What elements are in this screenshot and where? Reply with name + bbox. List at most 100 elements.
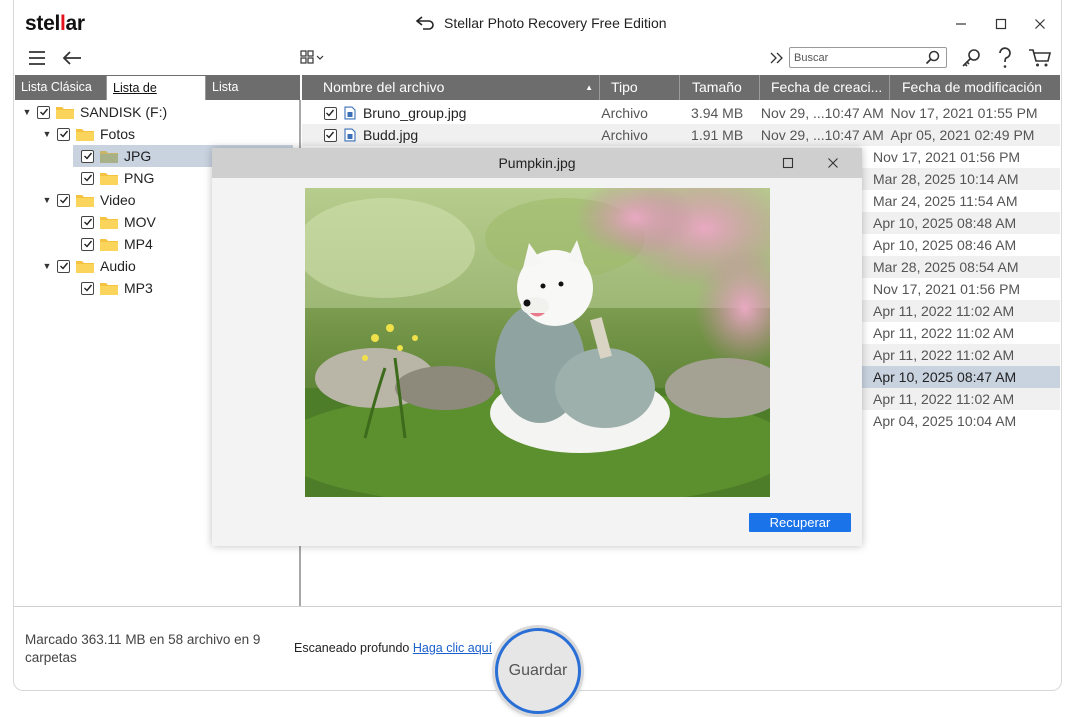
file-modified: Nov 17, 2021 01:56 PM [873, 149, 1021, 165]
checkmark-icon [59, 130, 68, 138]
cart-button[interactable] [1028, 47, 1052, 69]
tab-classic-list[interactable]: Lista Clásica [15, 75, 106, 100]
collapse-arrow-icon[interactable]: ▼ [41, 195, 53, 205]
checkmark-icon [83, 284, 92, 292]
checkbox[interactable] [37, 105, 50, 119]
checkbox[interactable] [81, 237, 94, 251]
checkbox[interactable] [57, 193, 70, 207]
tree-item-video[interactable]: ▼ Video [41, 189, 136, 211]
close-icon [1035, 19, 1045, 29]
checkmark-icon [83, 240, 92, 248]
file-modified: Apr 10, 2025 08:48 AM [873, 215, 1017, 231]
tab-file-list[interactable]: Lista de Archivo [106, 76, 206, 119]
checkbox[interactable] [81, 215, 94, 229]
checkmark-icon [326, 109, 335, 117]
collapse-arrow-icon[interactable]: ▼ [21, 107, 33, 117]
back-button[interactable] [60, 48, 84, 68]
checkbox[interactable] [324, 128, 337, 142]
tree-item-jpg[interactable]: JPG [72, 145, 294, 167]
bottom-divider [14, 606, 1061, 607]
tree-item-png[interactable]: PNG [77, 167, 154, 189]
collapse-arrow-icon[interactable]: ▼ [41, 261, 53, 271]
recover-button[interactable]: Recuperar [749, 513, 851, 532]
file-modified: Nov 17, 2021 01:56 PM [873, 281, 1021, 297]
file-type: Archivo [601, 127, 648, 143]
file-modified: Mar 24, 2025 11:54 AM [873, 193, 1018, 209]
folder-icon [100, 173, 118, 185]
deep-scan-prompt: Escaneado profundo Haga clic aquí [294, 641, 492, 655]
stellar-logo: stellar [25, 12, 85, 35]
file-modified: Apr 10, 2025 08:46 AM [873, 237, 1017, 253]
checkbox[interactable] [81, 171, 94, 185]
preview-title-bar[interactable]: Pumpkin.jpg [212, 148, 862, 178]
checkmark-icon [326, 131, 335, 139]
image-file-icon [344, 106, 356, 120]
menu-button[interactable] [27, 49, 47, 67]
tree-label: Video [100, 192, 136, 208]
file-modified: Nov 17, 2021 01:55 PM [890, 105, 1038, 121]
title-bar: Stellar Photo Recovery Free Edition [414, 14, 667, 32]
folder-icon [76, 129, 94, 141]
table-row[interactable]: Budd.jpg Archivo 1.91 MB Nov 29, ...10:4… [302, 124, 1060, 146]
tab-deleted-list[interactable]: Lista eliminada [206, 75, 300, 118]
checkbox[interactable] [324, 106, 337, 120]
folder-icon [76, 195, 94, 207]
preview-close-button[interactable] [822, 153, 844, 173]
tree-label: Fotos [100, 126, 136, 142]
checkbox[interactable] [57, 259, 70, 273]
key-icon [962, 49, 980, 67]
help-button[interactable] [995, 46, 1015, 70]
folder-icon [100, 239, 118, 251]
folder-icon [56, 107, 74, 119]
search-input[interactable] [790, 48, 920, 68]
file-modified: Mar 28, 2025 10:14 AM [873, 171, 1019, 187]
tree-item-audio[interactable]: ▼ Audio [41, 255, 136, 277]
maximize-icon [782, 157, 794, 169]
column-header-type[interactable]: Tipo [600, 75, 680, 100]
file-table-header: Nombre del archivo ▲ Tipo Tamaño Fecha de… [302, 75, 1060, 100]
folder-open-icon [100, 151, 118, 163]
tree-item-fotos[interactable]: ▼ Fotos [41, 123, 135, 145]
file-modified: Apr 11, 2022 11:02 AM [873, 325, 1015, 341]
tree-item-mp4[interactable]: MP4 [77, 233, 153, 255]
save-button[interactable]: Guardar [495, 628, 581, 714]
preview-maximize-button[interactable] [777, 153, 799, 173]
tree-label: MP3 [124, 280, 153, 296]
deep-scan-link[interactable]: Haga clic aquí [413, 641, 492, 655]
window-title: Stellar Photo Recovery Free Edition [444, 15, 667, 31]
checkmark-icon [83, 174, 92, 182]
tree-item-mp3[interactable]: MP3 [77, 277, 153, 299]
column-header-modified[interactable]: Fecha de modificación [890, 75, 1060, 100]
tree-label: MOV [124, 214, 156, 230]
selection-summary: Marcado 363.11 MB en 58 archivo en 9 car… [25, 632, 261, 665]
activate-key-button[interactable] [960, 47, 982, 69]
file-created: Nov 29, ...10:47 AM [760, 105, 884, 121]
file-modified: Mar 28, 2025 08:54 AM [873, 259, 1019, 275]
collapse-arrow-icon[interactable]: ▼ [41, 129, 53, 139]
cart-icon [1029, 49, 1052, 67]
view-toggle-button[interactable] [300, 49, 328, 67]
restore-arrow-icon [415, 16, 434, 30]
table-row[interactable]: Bruno_group.jpg Archivo 3.94 MB Nov 29, … [302, 102, 1060, 124]
tree-label: MP4 [124, 236, 153, 252]
hamburger-icon [29, 51, 45, 65]
column-header-name[interactable]: Nombre del archivo ▲ [302, 75, 600, 100]
app-window: stellar Stellar Photo Recovery Free Edit… [0, 0, 1082, 717]
column-header-size[interactable]: Tamaño [680, 75, 760, 100]
tree-label: PNG [124, 170, 155, 186]
checkmark-icon [83, 152, 92, 160]
expand-toolbar-button[interactable] [769, 50, 785, 66]
tree-item-mov[interactable]: MOV [77, 211, 156, 233]
preview-title: Pumpkin.jpg [498, 155, 576, 171]
maximize-button[interactable] [987, 12, 1015, 36]
close-icon [828, 158, 838, 168]
column-header-created[interactable]: Fecha de creaci... [760, 75, 890, 100]
double-chevron-icon [770, 52, 783, 64]
checkbox[interactable] [81, 281, 94, 295]
checkbox[interactable] [57, 127, 70, 141]
checkbox[interactable] [81, 149, 94, 163]
close-button[interactable] [1026, 12, 1054, 36]
minimize-button[interactable] [947, 12, 975, 36]
search-icon[interactable] [925, 50, 940, 65]
tree-item-sandisk[interactable]: ▼ SANDISK (F:) [21, 101, 168, 123]
